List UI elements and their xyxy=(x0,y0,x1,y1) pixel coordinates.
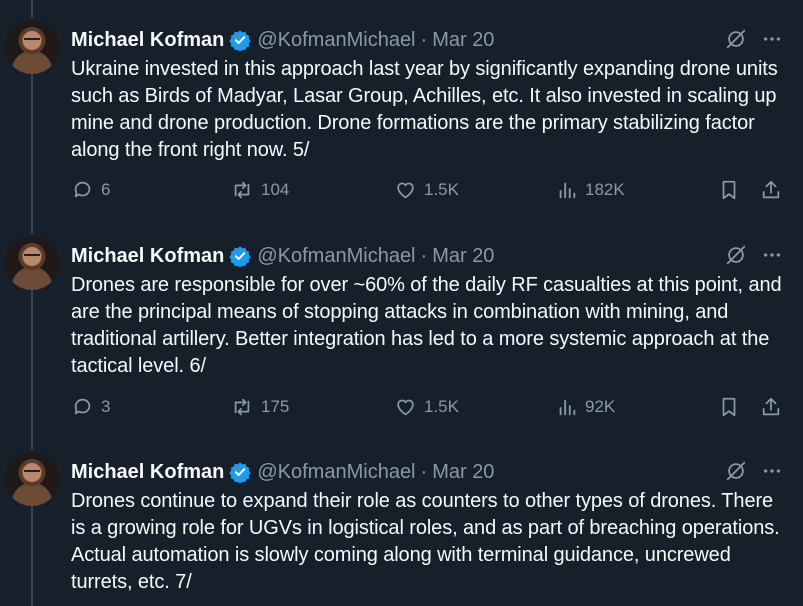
views-button[interactable]: 92K xyxy=(556,392,615,422)
like-icon xyxy=(397,399,414,416)
tweet[interactable]: Michael Kofman @KofmanMichael · Mar 20 D… xyxy=(0,450,803,606)
reply-icon xyxy=(74,398,91,415)
repost-button[interactable]: 175 xyxy=(230,392,289,422)
grok-icon[interactable] xyxy=(725,460,747,482)
repost-icon xyxy=(234,181,250,199)
tweet-text: Drones continue to expand their role as … xyxy=(71,490,780,593)
like-button[interactable]: 1.5K xyxy=(394,175,459,205)
more-icon[interactable] xyxy=(761,244,783,266)
repost-icon xyxy=(234,398,250,416)
tweet-top-icons xyxy=(725,244,783,266)
more-icon[interactable] xyxy=(761,460,783,482)
verified-badge-icon xyxy=(229,461,251,483)
avatar[interactable] xyxy=(5,20,59,74)
like-button[interactable]: 1.5K xyxy=(394,392,459,422)
tweet-text: Ukraine invested in this approach last y… xyxy=(71,58,778,161)
author-handle[interactable]: @KofmanMichael xyxy=(257,461,415,484)
reply-button[interactable]: 3 xyxy=(72,392,110,422)
reply-icon xyxy=(74,181,91,198)
views-count: 92K xyxy=(585,397,616,416)
tweet-actions: 3 175 1.5K 92K xyxy=(70,392,790,422)
bookmark-button[interactable] xyxy=(718,175,747,205)
tweet[interactable]: Michael Kofman @KofmanMichael · Mar 20 U… xyxy=(0,18,803,218)
share-button[interactable] xyxy=(760,175,789,205)
repost-button[interactable]: 104 xyxy=(230,175,289,205)
tweet-date[interactable]: Mar 20 xyxy=(432,29,494,52)
reply-count: 3 xyxy=(101,397,111,416)
bookmark-icon xyxy=(722,397,736,417)
share-button[interactable] xyxy=(760,392,789,422)
bookmark-button[interactable] xyxy=(718,392,747,422)
tweet-actions: 6 104 1.5K 182K xyxy=(70,175,790,205)
repost-count: 175 xyxy=(261,397,290,416)
like-icon xyxy=(397,182,414,199)
bookmark-icon xyxy=(722,180,736,200)
share-icon xyxy=(762,180,780,199)
author-name[interactable]: Michael Kofman xyxy=(71,245,224,268)
author-handle[interactable]: @KofmanMichael xyxy=(257,29,415,52)
more-icon[interactable] xyxy=(761,28,783,50)
repost-count: 104 xyxy=(261,180,290,199)
share-icon xyxy=(762,397,780,416)
thread-line xyxy=(31,0,33,18)
reply-button[interactable]: 6 xyxy=(72,175,110,205)
grok-icon[interactable] xyxy=(725,28,747,50)
verified-badge-icon xyxy=(229,245,251,267)
tweet[interactable]: Michael Kofman @KofmanMichael · Mar 20 D… xyxy=(0,234,803,434)
verified-badge-icon xyxy=(229,29,251,51)
author-handle[interactable]: @KofmanMichael xyxy=(257,245,415,268)
tweet-text: Drones are responsible for over ~60% of … xyxy=(71,274,782,377)
views-count: 182K xyxy=(585,180,625,199)
views-button[interactable]: 182K xyxy=(556,175,625,205)
tweet-header: Michael Kofman @KofmanMichael · Mar 20 xyxy=(71,26,494,54)
tweet-top-icons xyxy=(725,460,783,482)
views-icon xyxy=(559,399,576,416)
avatar[interactable] xyxy=(5,236,59,290)
author-name[interactable]: Michael Kofman xyxy=(71,29,224,52)
tweet-date[interactable]: Mar 20 xyxy=(432,245,494,268)
separator: · xyxy=(420,28,428,51)
tweet-top-icons xyxy=(725,28,783,50)
author-name[interactable]: Michael Kofman xyxy=(71,461,224,484)
like-count: 1.5K xyxy=(424,397,459,416)
separator: · xyxy=(420,244,428,267)
views-icon xyxy=(559,182,576,199)
tweet-header: Michael Kofman @KofmanMichael · Mar 20 xyxy=(71,242,494,270)
separator: · xyxy=(420,460,428,483)
avatar[interactable] xyxy=(5,452,59,506)
reply-count: 6 xyxy=(101,180,111,199)
like-count: 1.5K xyxy=(424,180,459,199)
tweet-date[interactable]: Mar 20 xyxy=(432,461,494,484)
tweet-header: Michael Kofman @KofmanMichael · Mar 20 xyxy=(71,458,494,486)
grok-icon[interactable] xyxy=(725,244,747,266)
